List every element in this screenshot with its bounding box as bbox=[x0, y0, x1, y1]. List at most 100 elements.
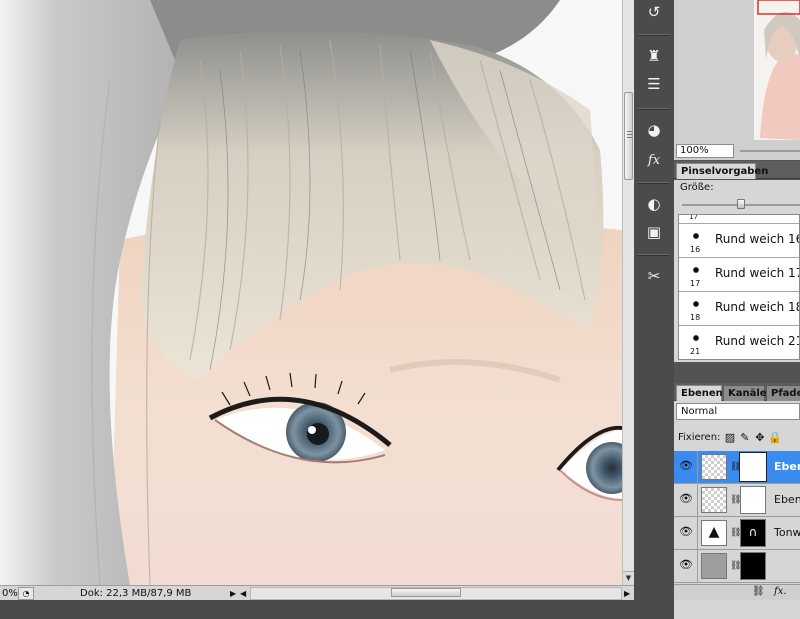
horizontal-scroll-thumb[interactable] bbox=[391, 587, 461, 597]
status-menu-arrow-icon[interactable]: ▶ bbox=[230, 589, 240, 598]
link-layers-icon[interactable]: ⛓ bbox=[752, 586, 765, 597]
brush-preset-list[interactable]: 17 16 Rund weich 16 17 Rund weich 17 18 … bbox=[678, 214, 800, 360]
layers-panel: Normal Fixieren: ▨ ✎ ✥ 🔒 👁 ⛓ Ebene 👁 ⛓ E… bbox=[674, 401, 800, 619]
brush-size-number: 16 bbox=[690, 245, 701, 254]
layer-mask-thumbnail[interactable] bbox=[740, 552, 766, 580]
layer-name: Ebene bbox=[774, 493, 800, 506]
blend-mode-select[interactable]: Normal bbox=[676, 403, 800, 420]
link-chain-icon[interactable]: ⛓ bbox=[730, 461, 741, 473]
status-preview-icon[interactable]: ◔ bbox=[18, 586, 34, 600]
brush-presets-panel: Größe: 17 16 Rund weich 16 17 Rund weich… bbox=[674, 180, 800, 362]
navigator-thumbnail[interactable] bbox=[754, 0, 800, 140]
separator bbox=[697, 451, 698, 484]
brush-name: Rund weich 16 bbox=[715, 232, 800, 246]
layer-row[interactable]: 👁 ⛓ bbox=[674, 550, 800, 583]
lock-pixels-icon[interactable]: ✎ bbox=[739, 431, 750, 444]
link-chain-icon[interactable]: ⛓ bbox=[730, 560, 741, 572]
layer-thumbnail bbox=[701, 454, 727, 480]
visibility-eye-icon[interactable]: 👁 bbox=[679, 493, 693, 505]
brush-size-number: 17 bbox=[690, 279, 701, 288]
color-swatches-icon[interactable]: ◕ bbox=[643, 120, 665, 140]
layers-panel-tabbar: Ebenen Kanäle Pfade bbox=[674, 383, 800, 401]
brush-settings-icon[interactable]: ✂ bbox=[643, 266, 665, 286]
tab-pfade[interactable]: Pfade bbox=[766, 385, 800, 401]
layer-row[interactable]: 👁 ▲ ⛓ ∩ Tonw bbox=[674, 517, 800, 550]
separator bbox=[697, 517, 698, 550]
lock-row: Fixieren: ▨ ✎ ✥ 🔒 bbox=[678, 429, 800, 445]
tab-kanaele[interactable]: Kanäle bbox=[723, 385, 767, 401]
list-item[interactable]: 17 Rund weich 17 bbox=[679, 258, 799, 292]
right-panels: 100% Pinselvorgaben Größe: 17 16 Rund we… bbox=[674, 0, 800, 619]
tab-ebenen[interactable]: Ebenen bbox=[676, 385, 723, 401]
lock-transparency-icon[interactable]: ▨ bbox=[724, 431, 735, 444]
layer-name: Ebene bbox=[774, 460, 800, 473]
adjustments-icon[interactable]: ◐ bbox=[643, 194, 665, 214]
brush-name: Rund weich 21 bbox=[715, 334, 800, 348]
brush-tip-icon bbox=[693, 267, 699, 273]
status-bar: 0% ◔ Dok: 22,3 MB/87,9 MB ▶ ◀ ▶ bbox=[0, 585, 634, 600]
layer-mask-thumbnail[interactable]: ∩ bbox=[740, 519, 766, 547]
brush-tip-icon bbox=[693, 335, 699, 341]
lock-position-icon[interactable]: ✥ bbox=[754, 431, 765, 444]
scroll-left-arrow-icon[interactable]: ◀ bbox=[240, 589, 250, 598]
scroll-down-arrow-icon[interactable]: ▼ bbox=[623, 571, 634, 585]
list-item[interactable]: 21 Rund weich 21 bbox=[679, 326, 800, 359]
horizontal-scrollbar[interactable] bbox=[250, 586, 622, 600]
layer-mask-thumbnail[interactable] bbox=[739, 452, 767, 482]
brush-panel-tabbar: Pinselvorgaben bbox=[674, 161, 800, 179]
masks-icon[interactable]: ▣ bbox=[643, 222, 665, 242]
navigator-preview bbox=[754, 0, 800, 140]
history-icon[interactable]: ↺ bbox=[643, 2, 665, 22]
layer-mask-thumbnail[interactable] bbox=[740, 486, 766, 514]
list-item[interactable]: 16 Rund weich 16 bbox=[679, 224, 799, 258]
layer-thumbnail bbox=[701, 487, 727, 513]
vertical-scroll-thumb[interactable] bbox=[624, 92, 633, 180]
scroll-grip bbox=[627, 134, 632, 135]
levels-adjustment-icon: ▲ bbox=[701, 520, 727, 546]
lock-all-icon[interactable]: 🔒 bbox=[768, 431, 782, 444]
link-chain-icon[interactable]: ⛓ bbox=[730, 527, 741, 539]
brush-size-number: 18 bbox=[690, 313, 701, 322]
panel-icon-strip: ↺ ♜ ☰ ◕ fx ◐ ▣ ✂ bbox=[634, 0, 674, 600]
tool-presets-icon[interactable]: ☰ bbox=[643, 74, 665, 94]
separator bbox=[697, 550, 698, 583]
visibility-eye-icon[interactable]: 👁 bbox=[679, 526, 693, 538]
brush-size-number: 21 bbox=[690, 347, 701, 356]
status-zoom[interactable]: 0% bbox=[0, 588, 18, 599]
brush-size-label: Größe: bbox=[680, 182, 714, 193]
layers-footer: ⛓ fx. bbox=[674, 584, 800, 600]
layer-row[interactable]: 👁 ⛓ Ebene bbox=[674, 451, 800, 484]
link-chain-icon[interactable]: ⛓ bbox=[730, 494, 741, 506]
list-item[interactable]: 17 bbox=[679, 215, 799, 224]
vertical-scrollbar[interactable]: ▼ bbox=[622, 0, 634, 585]
navigator-zoom-field[interactable]: 100% bbox=[676, 144, 734, 158]
separator bbox=[638, 35, 670, 36]
visibility-eye-icon[interactable]: 👁 bbox=[679, 559, 693, 571]
list-item[interactable]: 18 Rund weich 18 bbox=[679, 292, 799, 326]
brush-size-slider-thumb[interactable] bbox=[737, 199, 745, 209]
scroll-grip bbox=[627, 137, 632, 138]
scroll-right-arrow-icon[interactable]: ▶ bbox=[624, 589, 634, 598]
brush-tip-icon bbox=[693, 301, 699, 307]
separator bbox=[697, 484, 698, 517]
styles-fx-icon[interactable]: fx bbox=[643, 150, 665, 170]
navigator-panel: 100% bbox=[674, 0, 800, 160]
status-doc-info: Dok: 22,3 MB/87,9 MB bbox=[80, 587, 192, 599]
visibility-eye-icon[interactable]: 👁 bbox=[679, 460, 693, 472]
portrait-image bbox=[0, 0, 622, 585]
tab-pinselvorgaben[interactable]: Pinselvorgaben bbox=[676, 163, 768, 179]
separator bbox=[638, 109, 670, 110]
layer-row[interactable]: 👁 ⛓ Ebene bbox=[674, 484, 800, 517]
clone-source-icon[interactable]: ♜ bbox=[643, 46, 665, 66]
brush-name: Rund weich 17 bbox=[715, 266, 800, 280]
separator bbox=[638, 183, 670, 184]
brush-size-number: 17 bbox=[689, 214, 698, 221]
document-canvas[interactable] bbox=[0, 0, 622, 585]
navigator-zoom-slider[interactable] bbox=[736, 144, 800, 158]
add-layer-style-button[interactable]: fx. bbox=[774, 586, 787, 597]
brush-name: Rund weich 18 bbox=[715, 300, 800, 314]
layer-thumbnail bbox=[701, 553, 727, 579]
lock-label: Fixieren: bbox=[678, 431, 721, 443]
brush-size-slider[interactable] bbox=[682, 199, 800, 209]
layer-name: Tonw bbox=[774, 526, 800, 539]
